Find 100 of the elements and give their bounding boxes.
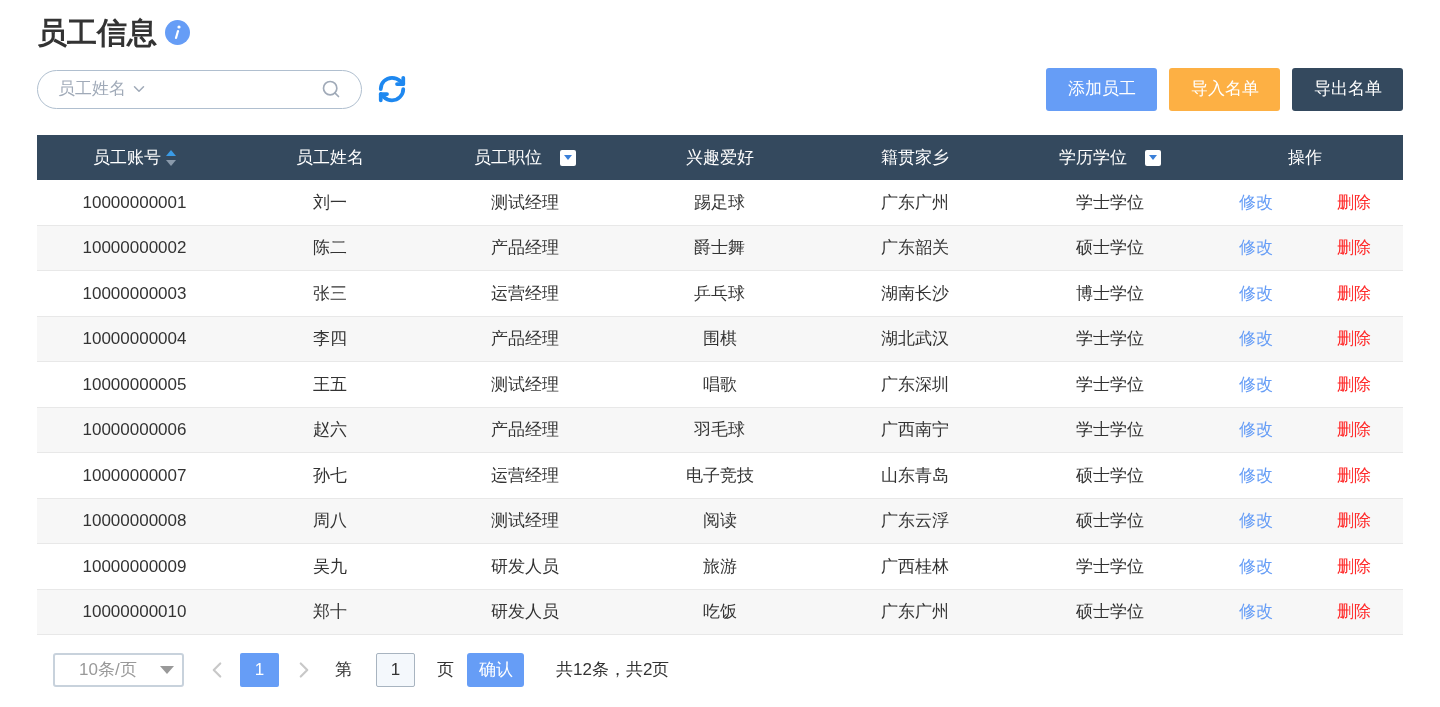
search-category-label[interactable]: 员工姓名 <box>58 76 126 102</box>
table-cell-text: 湖北武汉 <box>880 328 949 350</box>
table-cell-text: 旅游 <box>702 555 737 578</box>
table-cell-text: 硕士学位 <box>1075 510 1144 532</box>
table-cell-text: 吃饭 <box>702 601 737 623</box>
table-cell-text: 郑十 <box>312 601 347 623</box>
table-cell-text: 踢足球 <box>694 191 745 214</box>
table-cell-text: 测试经理 <box>490 373 559 396</box>
table-cell-text: 硕士学位 <box>1075 237 1144 259</box>
table-cell-text: 吴九 <box>312 555 347 578</box>
table-cell-text: 刘一 <box>312 191 347 214</box>
table-cell-text: 10000000007 <box>82 464 187 487</box>
table-cell-text: 博士学位 <box>1075 282 1144 305</box>
row-action-link[interactable]: 删除 <box>1337 189 1371 215</box>
row-action-link[interactable]: 修改 <box>1239 417 1273 443</box>
table-cell-text: 10000000001 <box>82 191 187 214</box>
table-cell-text: 10000000003 <box>82 282 187 305</box>
table-cell-text: 广东广州 <box>880 191 949 214</box>
column-header: 籍贯家乡 <box>880 146 949 169</box>
row-action-link[interactable]: 修改 <box>1239 553 1273 579</box>
table-cell-text: 张三 <box>312 282 347 305</box>
filter-dropdown-icon[interactable] <box>1144 149 1161 166</box>
row-action-link[interactable]: 删除 <box>1337 371 1371 397</box>
table-cell-text: 广东广州 <box>880 601 949 623</box>
table-cell-text: 10000000009 <box>82 555 187 578</box>
table-cell-text: 王五 <box>312 373 347 396</box>
table-cell-text: 广东深圳 <box>880 373 949 396</box>
table-cell-text: 10000000010 <box>82 601 187 623</box>
goto-prefix-label: 第 <box>335 659 352 682</box>
table-cell-text: 赵六 <box>312 419 347 441</box>
table-cell-text: 孙七 <box>312 464 347 487</box>
row-action-link[interactable]: 修改 <box>1239 599 1273 625</box>
row-action-link[interactable]: 删除 <box>1337 508 1371 534</box>
table-cell-text: 围棋 <box>702 328 737 350</box>
table-cell-text: 广东韶关 <box>880 237 949 259</box>
table-cell-text: 陈二 <box>312 237 347 259</box>
row-action-link[interactable]: 修改 <box>1239 280 1273 306</box>
confirm-button[interactable]: 确认 <box>467 653 524 687</box>
row-action-link[interactable]: 修改 <box>1239 235 1273 261</box>
pagination-summary: 共12条，共2页 <box>556 659 670 682</box>
row-action-link[interactable]: 删除 <box>1337 326 1371 352</box>
table-cell-text: 产品经理 <box>490 419 559 441</box>
table-cell-text: 10000000008 <box>82 510 187 532</box>
page-input-field[interactable]: 1 <box>376 653 415 687</box>
table-cell-text: 10000000002 <box>82 237 187 259</box>
row-action-link[interactable]: 删除 <box>1337 417 1371 443</box>
row-action-link[interactable]: 修改 <box>1239 189 1273 215</box>
row-action-link[interactable]: 修改 <box>1239 326 1273 352</box>
refresh-icon[interactable] <box>377 74 407 104</box>
toolbar-button[interactable]: 导入名单 <box>1169 67 1280 111</box>
row-action-link[interactable]: 修改 <box>1239 508 1273 534</box>
table-cell-text: 乒乓球 <box>694 282 745 305</box>
row-action-link[interactable]: 删除 <box>1337 599 1371 625</box>
table-cell-text: 学士学位 <box>1075 191 1144 214</box>
column-header: 兴趣爱好 <box>685 146 754 169</box>
search-icon[interactable] <box>321 79 341 99</box>
table-cell-text: 广西南宁 <box>880 419 949 441</box>
table-cell-text: 学士学位 <box>1075 419 1144 441</box>
page-size-select[interactable]: 10条/页 <box>53 653 184 687</box>
column-header: 员工职位 <box>473 146 542 169</box>
table-cell-text: 产品经理 <box>490 237 559 259</box>
row-action-link[interactable]: 修改 <box>1239 462 1273 488</box>
table-cell-text: 学士学位 <box>1075 555 1144 578</box>
table-cell-text: 阅读 <box>702 510 737 532</box>
toolbar-button[interactable]: 添加员工 <box>1046 67 1157 111</box>
row-action-link[interactable]: 删除 <box>1337 553 1371 579</box>
table-cell-text: 10000000005 <box>82 373 187 396</box>
table-cell-text: 研发人员 <box>490 555 559 578</box>
column-header: 员工账号 <box>92 146 161 169</box>
table-cell-text: 学士学位 <box>1075 328 1144 350</box>
column-header: 操作 <box>1288 146 1322 169</box>
table-cell-text: 10000000004 <box>82 328 187 350</box>
table-cell-text: 周八 <box>312 510 347 532</box>
column-header: 学历学位 <box>1058 146 1127 169</box>
table-cell-text: 运营经理 <box>490 282 559 305</box>
table-cell-text: 广西桂林 <box>880 555 949 578</box>
table-cell-text: 唱歌 <box>702 373 737 396</box>
row-action-link[interactable]: 修改 <box>1239 371 1273 397</box>
table-cell-text: 李四 <box>312 328 347 350</box>
table-cell-text: 爵士舞 <box>694 237 745 259</box>
toolbar-button[interactable]: 导出名单 <box>1292 67 1403 111</box>
table-cell-text: 10000000006 <box>82 419 187 441</box>
table-cell-text: 测试经理 <box>490 191 559 214</box>
table-cell-text: 羽毛球 <box>694 419 745 441</box>
table-cell-text: 山东青岛 <box>880 464 949 487</box>
table-cell-text: 硕士学位 <box>1075 601 1144 623</box>
info-icon[interactable] <box>165 19 190 45</box>
table-cell-text: 产品经理 <box>490 328 559 350</box>
table-cell-text: 研发人员 <box>490 601 559 623</box>
table-cell-text: 广东云浮 <box>880 510 949 532</box>
column-header: 员工姓名 <box>295 146 364 169</box>
row-action-link[interactable]: 删除 <box>1337 462 1371 488</box>
table-cell-text: 电子竞技 <box>685 464 754 487</box>
page-number-button[interactable]: 1 <box>240 653 279 687</box>
row-action-link[interactable]: 删除 <box>1337 280 1371 306</box>
caret-down-icon <box>160 666 174 674</box>
table-cell-text: 测试经理 <box>490 510 559 532</box>
row-action-link[interactable]: 删除 <box>1337 235 1371 261</box>
filter-dropdown-icon[interactable] <box>559 149 576 166</box>
table-cell-text: 学士学位 <box>1075 373 1144 396</box>
